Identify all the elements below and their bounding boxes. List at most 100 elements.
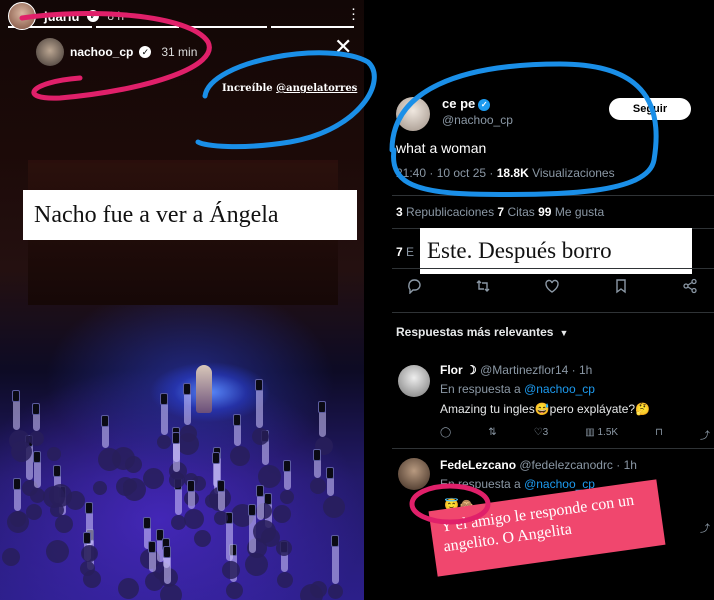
crowd-person bbox=[214, 511, 228, 525]
follow-button[interactable]: Seguir bbox=[609, 98, 691, 120]
raised-arm bbox=[173, 440, 180, 472]
views-label: Visualizaciones bbox=[528, 166, 615, 180]
inner-username[interactable]: nachoo_cp bbox=[70, 45, 133, 59]
phone bbox=[313, 449, 321, 461]
raised-arm bbox=[164, 554, 171, 584]
divider bbox=[392, 195, 714, 196]
raised-arm bbox=[34, 459, 41, 488]
crowd-person bbox=[194, 530, 211, 547]
tweet-bookmarks[interactable]: 7 E bbox=[396, 245, 414, 259]
phone bbox=[13, 478, 21, 490]
progress-segment bbox=[270, 26, 354, 28]
tweet-meta: 21:40 · 10 oct 25 · 18.8K Visualizacione… bbox=[396, 166, 615, 180]
repost-icon[interactable] bbox=[471, 278, 495, 298]
raised-arm bbox=[256, 387, 263, 428]
crowd-person bbox=[277, 572, 293, 588]
crowd-person bbox=[49, 484, 72, 507]
like-icon[interactable]: ♡3 bbox=[534, 427, 549, 442]
share-icon[interactable]: ⤴ bbox=[700, 520, 710, 535]
reply-author[interactable]: Flor ☽ @Martinezflor14 · 1h bbox=[440, 363, 592, 377]
tweet-actions bbox=[402, 278, 702, 298]
raised-arm bbox=[257, 493, 264, 520]
raised-arm bbox=[184, 391, 191, 425]
phone bbox=[160, 393, 168, 405]
crowd-person bbox=[93, 481, 107, 495]
crowd-person bbox=[273, 505, 291, 523]
story-avatar[interactable] bbox=[8, 2, 36, 30]
like-icon[interactable] bbox=[540, 278, 564, 298]
phone bbox=[183, 383, 191, 395]
crowd-person bbox=[118, 578, 139, 599]
caption-mention[interactable]: @angelatorres bbox=[276, 83, 357, 94]
story-header: juariu ✓ 8 h bbox=[8, 2, 124, 30]
views-icon[interactable]: ▥ 1.5K bbox=[585, 427, 618, 442]
phone bbox=[187, 480, 195, 492]
inner-avatar[interactable] bbox=[36, 38, 64, 66]
verified-icon: ✓ bbox=[139, 46, 152, 58]
reply-avatar[interactable] bbox=[398, 458, 430, 490]
crowd-person bbox=[230, 446, 250, 466]
phone bbox=[83, 532, 91, 544]
crowd-person bbox=[169, 472, 185, 488]
replies-sort[interactable]: Respuestas más relevantes ▼ bbox=[396, 325, 568, 339]
crowd-person bbox=[280, 490, 294, 504]
raised-arm bbox=[13, 398, 20, 430]
phone bbox=[331, 535, 339, 547]
reply-context: En respuesta a @nachoo_cp bbox=[440, 382, 595, 396]
phone bbox=[163, 546, 171, 558]
performer bbox=[196, 365, 212, 413]
raised-arm bbox=[175, 486, 182, 515]
verified-icon: ✓ bbox=[478, 98, 491, 111]
crowd-person bbox=[310, 581, 327, 598]
phone bbox=[148, 541, 156, 553]
share-icon[interactable] bbox=[678, 278, 702, 298]
phone bbox=[101, 415, 109, 427]
repost-icon[interactable]: ⇅ bbox=[488, 427, 496, 442]
story-time: 8 h bbox=[107, 9, 125, 23]
reply-author[interactable]: FedeLezcano @fedelezcanodrc · 1h bbox=[440, 458, 637, 472]
story-viewer[interactable]: juariu ✓ 8 h · · · nachoo_cp ✓ 31 min ✕ In… bbox=[0, 0, 364, 600]
phone bbox=[53, 465, 61, 477]
phone bbox=[256, 485, 264, 497]
bookmark-icon[interactable] bbox=[609, 278, 633, 298]
tweet-avatar[interactable] bbox=[396, 97, 430, 131]
tweet-author-name[interactable]: ce pe ✓ bbox=[442, 96, 491, 111]
crowd-person bbox=[160, 584, 182, 600]
more-vert-icon[interactable]: · · · bbox=[351, 1, 356, 26]
crowd-person bbox=[112, 447, 135, 470]
crowd-person bbox=[253, 520, 276, 543]
crowd-person bbox=[222, 561, 240, 579]
phone bbox=[12, 390, 20, 402]
crowd-person bbox=[323, 496, 345, 518]
divider bbox=[392, 268, 714, 269]
crowd-person bbox=[226, 582, 243, 599]
divider bbox=[392, 448, 714, 449]
reply-icon[interactable] bbox=[402, 278, 426, 298]
reply-item[interactable]: Flor ☽ @Martinezflor14 · 1h En respuesta… bbox=[392, 355, 714, 450]
crowd-person bbox=[55, 515, 73, 533]
bookmark-icon[interactable]: ⊓ bbox=[655, 427, 663, 442]
crowd-person bbox=[29, 431, 44, 446]
tweet-author-handle[interactable]: @nachoo_cp bbox=[442, 113, 513, 127]
progress-segment bbox=[183, 26, 267, 28]
reply-icon[interactable]: ◯ bbox=[440, 427, 451, 442]
crowd-person bbox=[328, 584, 343, 599]
crowd-person bbox=[80, 561, 95, 576]
caption-text: Increíble bbox=[222, 83, 277, 94]
reply-avatar[interactable] bbox=[398, 365, 430, 397]
tweet-stats[interactable]: 3 Republicaciones 7 Citas 99 Me gusta bbox=[396, 205, 604, 219]
story-username[interactable]: juariu bbox=[44, 9, 79, 24]
crowd-person bbox=[143, 468, 164, 489]
chevron-down-icon: ▼ bbox=[559, 328, 569, 338]
phone bbox=[85, 502, 93, 514]
crowd-person bbox=[180, 425, 197, 442]
crowd-person bbox=[81, 545, 98, 562]
crowd-person bbox=[123, 478, 146, 501]
share-icon[interactable]: ⤴ bbox=[700, 427, 710, 442]
phone bbox=[143, 517, 151, 529]
divider bbox=[392, 312, 714, 313]
crowd-person bbox=[276, 540, 292, 556]
phone bbox=[172, 432, 180, 444]
close-icon[interactable]: ✕ bbox=[334, 36, 352, 58]
phone bbox=[217, 480, 225, 492]
